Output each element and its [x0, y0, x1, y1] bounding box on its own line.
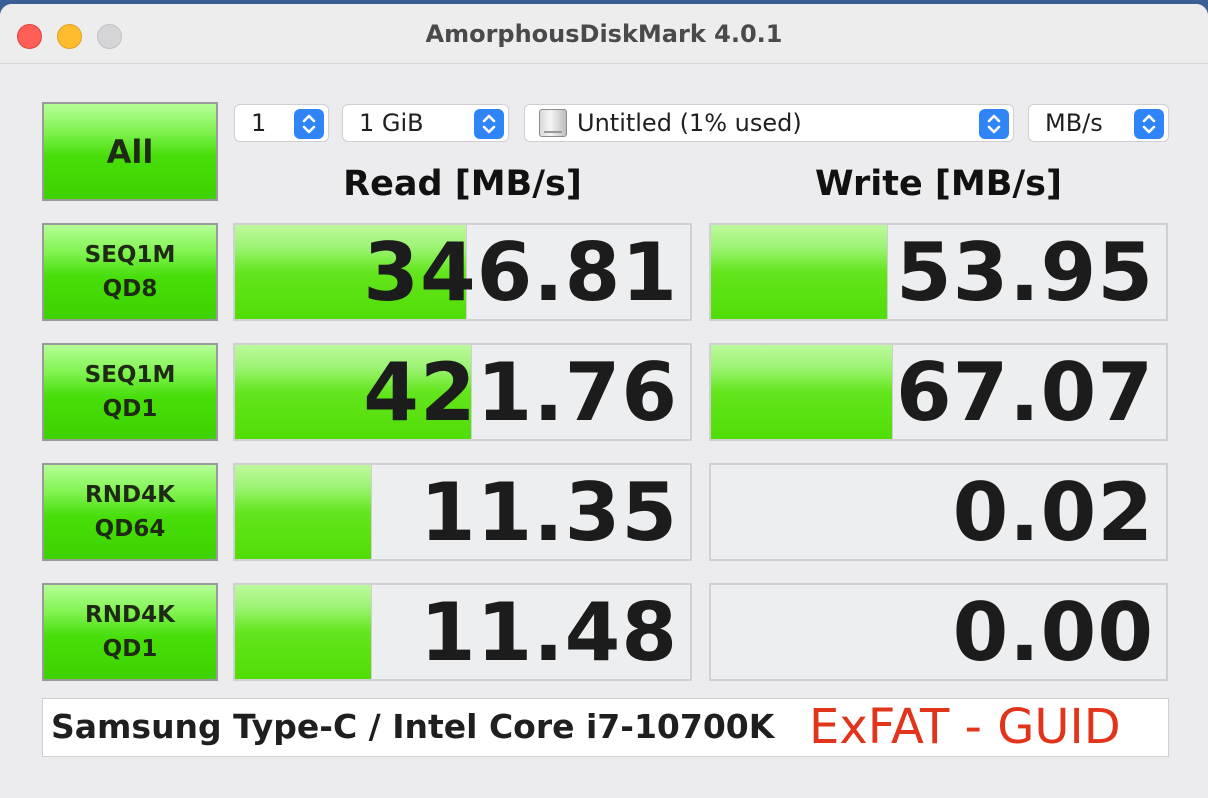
test-count-value: 1 — [251, 109, 267, 137]
test-name-label: SEQ1M — [84, 242, 176, 268]
read-header: Read [MB/s] — [343, 164, 582, 204]
chevron-updown-icon — [474, 109, 504, 139]
write-result-cell: 53.95 — [709, 223, 1168, 321]
test-button[interactable]: RND4K QD64 — [42, 463, 218, 561]
run-all-button[interactable]: All — [42, 102, 218, 201]
write-result-cell: 0.02 — [709, 463, 1168, 561]
test-button[interactable]: SEQ1M QD8 — [42, 223, 218, 321]
test-size-value: 1 GiB — [359, 109, 424, 137]
test-queue-label: QD64 — [94, 516, 166, 542]
write-header: Write [MB/s] — [814, 164, 1063, 204]
write-speed-bar — [711, 345, 893, 439]
test-name-label: RND4K — [85, 482, 175, 508]
read-result-cell: 421.76 — [233, 343, 692, 441]
read-result-cell: 346.81 — [233, 223, 692, 321]
window-title: AmorphousDiskMark 4.0.1 — [425, 20, 783, 48]
filesystem-label: ExFAT - GUID — [809, 699, 1121, 755]
chevron-updown-icon — [1134, 109, 1164, 139]
chevron-updown-icon — [294, 109, 324, 139]
write-speed-value: 53.95 — [895, 225, 1154, 319]
app-window: AmorphousDiskMark 4.0.1 All 1 1 GiB Unti… — [0, 4, 1208, 798]
read-speed-value: 11.48 — [419, 585, 678, 679]
write-result-cell: 0.00 — [709, 583, 1168, 681]
test-button[interactable]: RND4K QD1 — [42, 583, 218, 681]
test-name-label: RND4K — [85, 602, 175, 628]
read-result-cell: 11.48 — [233, 583, 692, 681]
drive-icon — [539, 109, 567, 137]
read-speed-value: 421.76 — [363, 345, 678, 439]
read-speed-bar — [235, 465, 372, 559]
chevron-updown-icon — [979, 109, 1009, 139]
read-speed-value: 11.35 — [419, 465, 678, 559]
unit-select[interactable]: MB/s — [1028, 104, 1169, 142]
test-size-select[interactable]: 1 GiB — [342, 104, 509, 142]
unit-value: MB/s — [1045, 109, 1103, 137]
write-speed-bar — [711, 225, 889, 319]
test-queue-label: QD1 — [102, 636, 158, 662]
test-name-label: SEQ1M — [84, 362, 176, 388]
write-speed-value: 67.07 — [895, 345, 1154, 439]
test-button[interactable]: SEQ1M QD1 — [42, 343, 218, 441]
read-result-cell: 11.35 — [233, 463, 692, 561]
write-speed-value: 0.02 — [952, 465, 1154, 559]
read-speed-bar — [235, 585, 372, 679]
test-queue-label: QD8 — [102, 276, 158, 302]
title-bar: AmorphousDiskMark 4.0.1 — [0, 4, 1208, 64]
comment-text: Samsung Type-C / Intel Core i7-10700K — [51, 707, 775, 746]
test-queue-label: QD1 — [102, 396, 158, 422]
write-result-cell: 67.07 — [709, 343, 1168, 441]
write-speed-value: 0.00 — [952, 585, 1154, 679]
run-all-label: All — [106, 132, 154, 171]
drive-select[interactable]: Untitled (1% used) — [524, 104, 1014, 142]
drive-value: Untitled (1% used) — [577, 109, 802, 137]
comment-field[interactable]: Samsung Type-C / Intel Core i7-10700K Ex… — [42, 698, 1169, 757]
read-speed-value: 346.81 — [363, 225, 678, 319]
test-count-select[interactable]: 1 — [234, 104, 329, 142]
